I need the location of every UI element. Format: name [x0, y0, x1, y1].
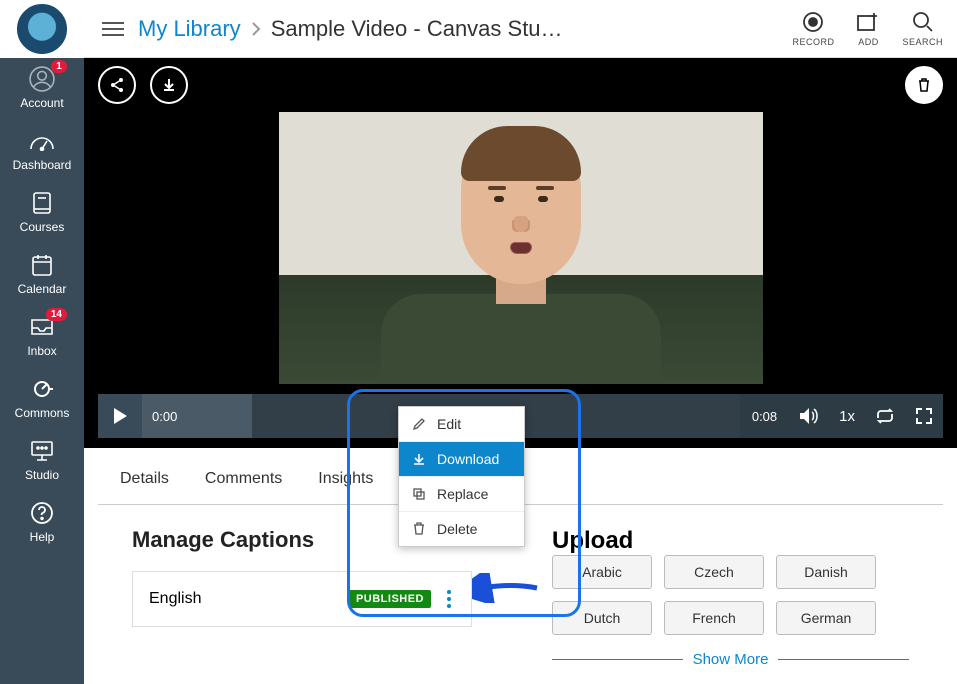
video-frame[interactable]: [279, 112, 763, 384]
volume-icon: [799, 407, 819, 425]
download-icon: [411, 451, 427, 467]
upload-column: Upload Arabic Czech Danish Dutch French …: [552, 527, 909, 668]
account-badge: 1: [51, 60, 67, 73]
current-time: 0:00: [152, 409, 177, 424]
book-icon: [31, 191, 53, 215]
help-icon: [30, 501, 54, 525]
upload-chip[interactable]: Dutch: [552, 601, 652, 635]
play-icon: [112, 407, 128, 425]
breadcrumb-library-link[interactable]: My Library: [138, 16, 241, 42]
trash-icon: [411, 521, 427, 537]
upload-language-grid: Arabic Czech Danish Dutch French German: [552, 555, 909, 635]
search-icon: [912, 11, 934, 33]
trash-icon: [917, 77, 931, 93]
delete-video-button[interactable]: [905, 66, 943, 104]
show-more-button[interactable]: Show More: [693, 651, 769, 668]
manage-captions-column: Manage Captions English PUBLISHED: [132, 527, 472, 668]
global-nav: 1 Account Dashboard Courses Calendar 14 …: [0, 0, 84, 684]
menu-item-replace[interactable]: Replace: [399, 477, 524, 512]
nav-studio[interactable]: Studio: [0, 430, 84, 492]
volume-button[interactable]: [789, 407, 829, 425]
record-icon: [802, 11, 824, 33]
institution-logo[interactable]: [0, 0, 84, 58]
nav-commons[interactable]: Commons: [0, 368, 84, 430]
studio-icon: [29, 440, 55, 462]
breadcrumb: My Library Sample Video - Canvas Stu…: [138, 16, 782, 42]
play-button[interactable]: [98, 394, 142, 438]
nav-dashboard[interactable]: Dashboard: [0, 120, 84, 182]
upload-chip[interactable]: Czech: [664, 555, 764, 589]
loop-icon: [875, 408, 895, 424]
published-badge: PUBLISHED: [349, 590, 431, 608]
nav-calendar[interactable]: Calendar: [0, 244, 84, 306]
breadcrumb-current: Sample Video - Canvas Stu…: [271, 16, 563, 42]
record-button[interactable]: RECORD: [792, 11, 834, 47]
upload-chip[interactable]: German: [776, 601, 876, 635]
caption-language: English: [149, 590, 337, 608]
add-icon: [856, 11, 880, 33]
speed-button[interactable]: 1x: [829, 408, 865, 425]
chevron-right-icon: [251, 21, 261, 37]
nav-inbox[interactable]: 14 Inbox: [0, 306, 84, 368]
download-video-button[interactable]: [150, 66, 188, 104]
search-button[interactable]: SEARCH: [902, 11, 943, 47]
nav-help[interactable]: Help: [0, 492, 84, 554]
loop-button[interactable]: [865, 408, 905, 424]
caption-options-button[interactable]: [443, 586, 455, 612]
tab-comments[interactable]: Comments: [203, 466, 284, 492]
video-duration: 0:08: [740, 409, 789, 424]
gauge-icon: [29, 131, 55, 151]
show-more-row: Show More: [552, 651, 909, 668]
menu-item-delete[interactable]: Delete: [399, 512, 524, 546]
tab-insights[interactable]: Insights: [316, 466, 375, 492]
annotation-arrow: [472, 573, 542, 603]
share-button[interactable]: [98, 66, 136, 104]
hamburger-button[interactable]: [98, 14, 128, 44]
pencil-icon: [411, 416, 427, 432]
inbox-badge: 14: [46, 308, 67, 321]
upload-heading: Upload: [552, 527, 909, 555]
nav-courses[interactable]: Courses: [0, 182, 84, 244]
page-header: My Library Sample Video - Canvas Stu… RE…: [84, 0, 957, 58]
add-button[interactable]: ADD: [856, 11, 880, 47]
video-progress-played[interactable]: 0:00: [142, 394, 252, 438]
video-toolbar: [84, 58, 957, 112]
upload-chip[interactable]: Arabic: [552, 555, 652, 589]
share-icon: [109, 77, 125, 93]
download-icon: [161, 77, 177, 93]
fullscreen-icon: [915, 407, 933, 425]
commons-icon: [30, 378, 54, 400]
caption-options-menu: Edit Download Replace Delete: [398, 406, 525, 547]
nav-account[interactable]: 1 Account: [0, 58, 84, 120]
upload-chip[interactable]: Danish: [776, 555, 876, 589]
fullscreen-button[interactable]: [905, 407, 943, 425]
menu-item-download[interactable]: Download: [399, 442, 524, 477]
calendar-icon: [30, 253, 54, 277]
replace-icon: [411, 486, 427, 502]
tab-details[interactable]: Details: [118, 466, 171, 492]
menu-item-edit[interactable]: Edit: [399, 407, 524, 442]
video-player-area: 0:00 0:08 1x: [84, 58, 957, 448]
upload-chip[interactable]: French: [664, 601, 764, 635]
caption-row: English PUBLISHED: [132, 571, 472, 627]
